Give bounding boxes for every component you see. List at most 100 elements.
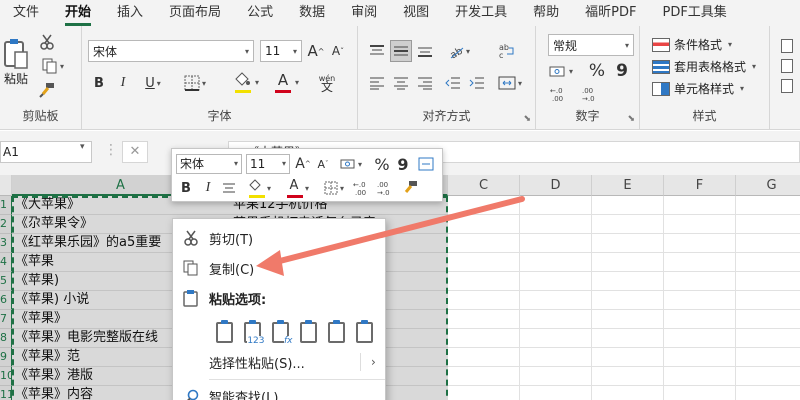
tab-developer[interactable]: 开发工具 [442,0,520,26]
mini-bold-button[interactable]: B [178,178,194,198]
tab-home[interactable]: 开始 [52,0,104,26]
paste-option-link[interactable] [351,319,377,345]
cells-group-icons[interactable] [778,36,796,96]
row-header[interactable]: 11 [0,386,12,400]
paste-option-values[interactable]: 123 [239,319,265,346]
merge-center-icon[interactable]: ▾ [494,72,526,94]
mini-fill-bucket-icon [249,179,261,191]
decrease-indent-icon[interactable] [442,72,464,94]
orientation-icon[interactable]: ab ▾ [444,40,474,62]
row-header[interactable]: 2 [0,215,12,234]
conditional-format-button[interactable]: 条件格式 ▾ [652,36,732,53]
tab-insert[interactable]: 插入 [104,0,156,26]
align-bottom-icon[interactable] [414,40,436,62]
name-box-dropdown-icon[interactable]: ▾ [80,142,85,152]
wrap-text-icon[interactable]: ab c [496,40,518,62]
tab-view[interactable]: 视图 [390,0,442,26]
row-header[interactable]: 8 [0,329,12,348]
mini-font-color-button[interactable]: A ▾ [280,178,314,198]
shrink-font-button[interactable]: Aˇ [328,40,348,62]
column-header-c[interactable]: C [448,175,520,196]
comma-style-button[interactable]: 9 [612,60,632,82]
tab-help[interactable]: 帮助 [520,0,572,26]
increase-decimal-icon[interactable]: ←.0.00 [548,84,574,104]
phonetic-button[interactable]: wén 文 [314,70,340,96]
cancel-entry-button[interactable]: ✕ [122,141,148,163]
column-header-f[interactable]: F [664,175,736,196]
gridline [448,290,800,291]
borders-button[interactable]: ▾ [178,72,212,94]
fill-color-button[interactable]: ▾ [228,70,264,94]
paste-option-paste[interactable] [211,319,237,345]
align-middle-icon[interactable] [390,40,412,62]
mini-increase-decimal-icon[interactable]: ←.0.00 [352,178,374,198]
mini-grow-font-button[interactable]: A ^ [294,154,312,174]
tab-pdf-tools[interactable]: PDF工具集 [649,0,739,26]
italic-button[interactable]: I [114,72,132,94]
font-name-select[interactable]: 宋体 ▾ [88,40,254,62]
mini-merge-icon[interactable] [416,154,436,174]
font-size-select[interactable]: 11 ▾ [260,40,302,62]
decrease-decimal-icon[interactable]: .00 →.0 [580,84,606,104]
mini-borders-icon[interactable]: ▾ [318,178,350,198]
row-header[interactable]: 4 [0,253,12,272]
mini-font-select[interactable]: 宋体 ▾ [176,154,242,174]
tab-review[interactable]: 审阅 [338,0,390,26]
context-smart-lookup[interactable]: 智能查找(L) [173,381,385,400]
underline-button[interactable]: U ▾ [138,72,168,94]
align-left-icon[interactable] [366,72,388,94]
paste-button[interactable] [2,34,30,74]
mini-accounting-icon[interactable]: ▾ [336,154,366,174]
grow-font-button[interactable]: A ^ [306,40,326,62]
row-header[interactable]: 1 [0,196,12,215]
mini-size-select[interactable]: 11 ▾ [246,154,290,174]
number-launcher-icon[interactable]: ⬊ [627,114,635,124]
tab-file[interactable]: 文件 [0,0,52,26]
tab-page-layout[interactable]: 页面布局 [156,0,234,26]
align-center-icon[interactable] [390,72,412,94]
increase-indent-icon[interactable] [466,72,488,94]
align-top-icon[interactable] [366,40,388,62]
row-header[interactable]: 3 [0,234,12,253]
tab-formulas[interactable]: 公式 [234,0,286,26]
row-header[interactable]: 5 [0,272,12,291]
mini-decrease-decimal-icon[interactable]: .00 →.0 [376,178,398,198]
mini-italic-button[interactable]: I [200,178,216,198]
paste-option-formulas[interactable]: fx [267,319,293,346]
select-all-corner[interactable] [0,175,12,196]
column-header-d[interactable]: D [520,175,592,196]
tab-foxit-pdf[interactable]: 福昕PDF [572,0,649,26]
mini-comma-button[interactable]: 9 [396,154,410,174]
format-painter-icon[interactable] [36,80,58,100]
bold-button[interactable]: B [90,72,108,94]
row-header[interactable]: 10 [0,367,12,386]
tab-data[interactable]: 数据 [286,0,338,26]
column-header-e[interactable]: E [592,175,664,196]
percent-style-button[interactable]: % [586,60,608,82]
number-format-select[interactable]: 常规 ▾ [548,34,634,56]
row-header[interactable]: 9 [0,348,12,367]
mini-percent-button[interactable]: % [372,154,392,174]
context-paste-special[interactable]: 选择性粘贴(S)... › [173,347,385,377]
row-header[interactable]: 6 [0,291,12,310]
align-right-icon[interactable] [414,72,436,94]
font-color-button[interactable]: A ▾ [268,70,304,94]
mini-format-painter-icon[interactable] [400,178,420,198]
cut-icon[interactable] [36,32,58,52]
context-cut[interactable]: 剪切(T) [173,223,385,253]
mini-fill-color-button[interactable]: ▾ [242,178,276,198]
row-header[interactable]: 7 [0,310,12,329]
column-header-g[interactable]: G [736,175,800,196]
mini-center-align-icon[interactable] [220,178,238,198]
name-box[interactable]: A1 [0,141,92,163]
copy-button[interactable]: ▾ [36,56,70,76]
cell-styles-button[interactable]: 单元格样式 ▾ [652,80,744,97]
format-as-table-button[interactable]: 套用表格格式 ▾ [652,58,756,75]
alignment-launcher-icon[interactable]: ⬊ [523,114,531,124]
paste-option-transpose[interactable] [295,319,321,345]
accounting-format-icon[interactable]: ▾ [546,60,576,82]
paste-option-formatting[interactable] [323,319,349,345]
worksheet-grid[interactable]: A B C D E F G 1《大苹果》苹果12手机价格2《尕苹果令》苹果手机打… [0,175,800,400]
context-copy[interactable]: 复制(C) [173,253,385,283]
mini-shrink-font-button[interactable]: Aˇ [314,154,332,174]
